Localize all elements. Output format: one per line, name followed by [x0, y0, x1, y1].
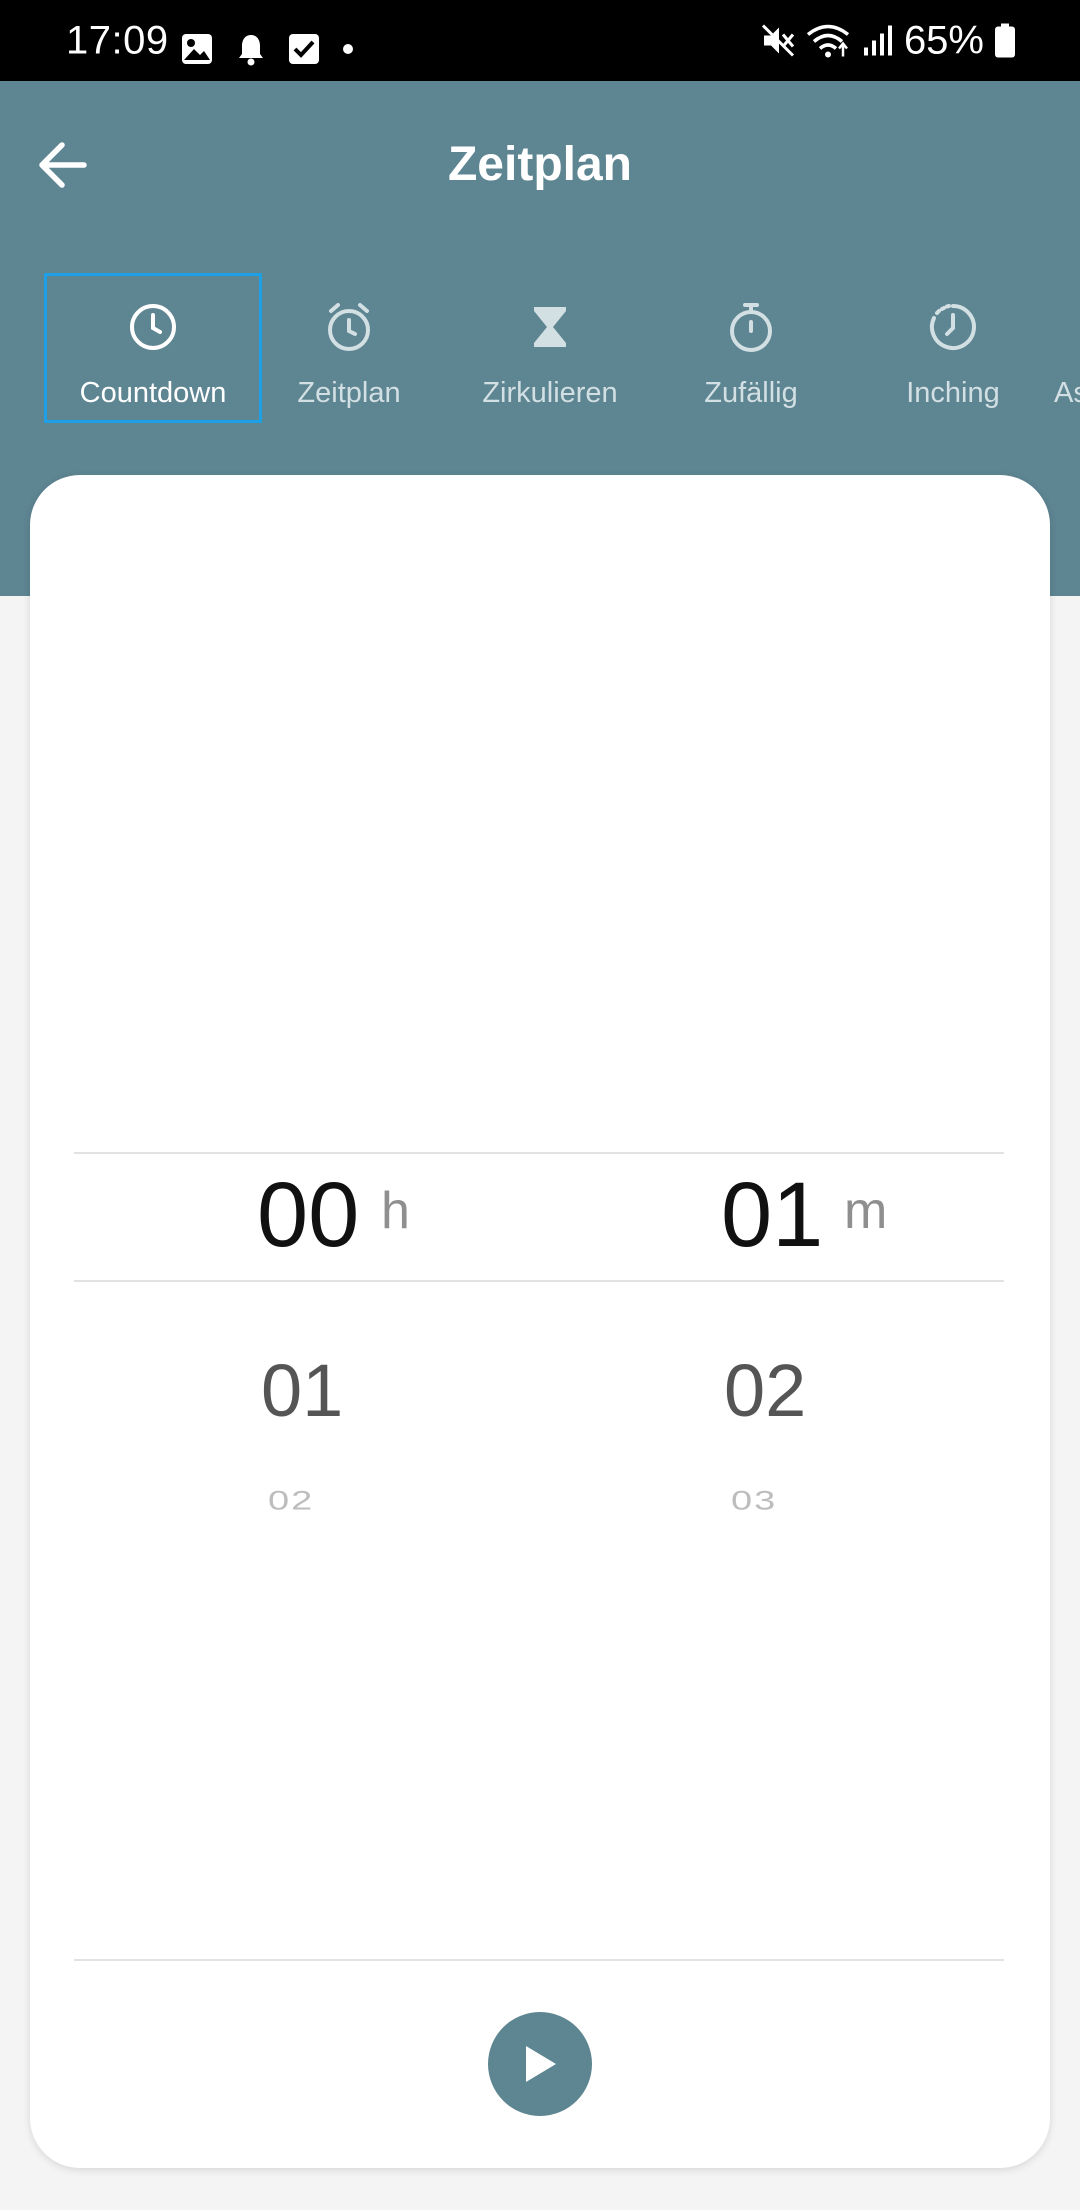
minutes-selected: 01 [721, 1164, 824, 1266]
battery-percent: 65% [903, 18, 984, 62]
dot-icon [343, 44, 353, 54]
clock-icon [130, 304, 176, 350]
tab-label: Countdown [79, 377, 227, 409]
stopwatch-icon [730, 303, 772, 352]
tab-partial-label[interactable]: As [1054, 377, 1080, 410]
status-bar: 17:09 65% [0, 0, 1080, 81]
battery-icon [995, 23, 1015, 58]
hours-next2: 02 [268, 1486, 315, 1516]
hours-picker[interactable]: 00 h 01 02 [230, 475, 630, 1516]
tab-zufaellig[interactable]: Zufällig [643, 273, 859, 423]
tab-label: Zirkulieren [482, 377, 618, 409]
signal-icon [863, 25, 892, 56]
hours-unit: h [381, 1182, 410, 1240]
checkbox-icon [289, 34, 319, 64]
tab-countdown[interactable]: Countdown [44, 273, 262, 423]
tab-zeitplan[interactable]: Zeitplan [241, 273, 457, 423]
tab-zirkulieren[interactable]: Zirkulieren [442, 273, 658, 423]
dotted-clock-icon [930, 304, 976, 350]
image-icon [182, 34, 212, 64]
tab-bar: Countdown Zeitplan Zirkulieren Zufällig … [0, 273, 1080, 423]
play-icon [526, 2046, 556, 2082]
status-time: 17:09 [66, 18, 169, 62]
hourglass-icon [534, 307, 566, 347]
minutes-next: 02 [724, 1349, 807, 1432]
hours-selected: 00 [257, 1164, 360, 1266]
bell-icon [239, 35, 263, 66]
tab-label: Zufällig [704, 377, 798, 409]
mute-icon [761, 24, 795, 57]
hours-next: 01 [261, 1349, 344, 1432]
wifi-icon [806, 24, 850, 58]
minutes-next2: 03 [731, 1486, 778, 1516]
tab-label: Zeitplan [297, 377, 401, 409]
tab-label: Inching [906, 377, 1000, 409]
start-countdown-button[interactable] [488, 2012, 592, 2116]
action-divider [74, 1959, 1004, 1961]
status-left-icons [180, 32, 354, 66]
tab-inching[interactable]: Inching [845, 273, 1061, 423]
countdown-card: 00 h 01 02 01 m 02 03 [30, 475, 1050, 2168]
page-title: Zeitplan [447, 138, 632, 191]
status-right: 65% [760, 18, 1016, 63]
minutes-unit: m [844, 1182, 888, 1240]
minutes-picker[interactable]: 01 m 02 03 [694, 475, 1080, 1516]
alarm-clock-icon [328, 303, 370, 351]
